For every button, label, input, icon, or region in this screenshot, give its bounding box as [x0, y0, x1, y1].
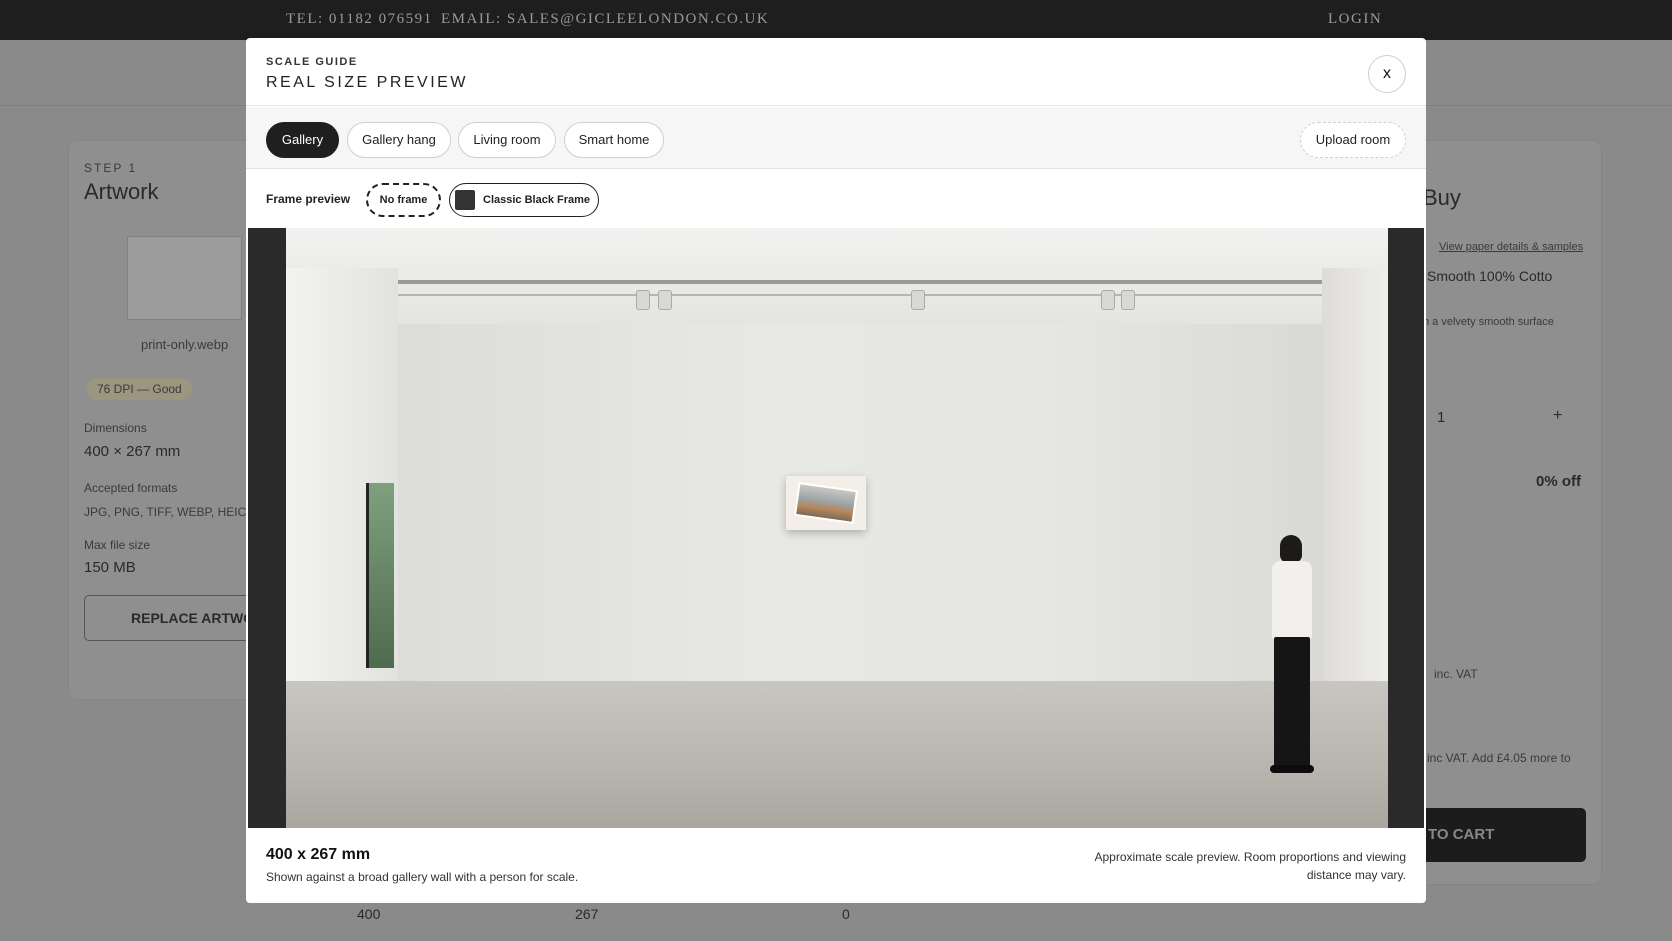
artwork-print: [793, 481, 859, 525]
modal-eyebrow: SCALE GUIDE: [266, 56, 358, 68]
spotlight: [911, 290, 925, 310]
dimensions-label: Dimensions: [84, 421, 147, 435]
upload-room-button[interactable]: Upload room: [1300, 122, 1406, 158]
frame-preview-row: Frame preview No frame Classic Black Fra…: [246, 170, 1426, 228]
paper-description: h a velvety smooth surface: [1423, 316, 1554, 328]
preview-size-label: 400 x 267 mm: [266, 846, 371, 863]
person-shirt: [1272, 561, 1312, 639]
tab-gallery[interactable]: Gallery: [266, 122, 339, 158]
formats-label: Accepted formats: [84, 481, 178, 495]
floor: [286, 681, 1388, 828]
dpi-badge: 76 DPI — Good: [87, 378, 192, 400]
file-name: print-only.webp: [141, 337, 229, 352]
room-preview-stage: [248, 228, 1424, 828]
person-shoes: [1270, 765, 1314, 773]
tab-smart-home[interactable]: Smart home: [564, 122, 664, 158]
preview-description: Shown against a broad gallery wall with …: [266, 870, 579, 884]
frame-option-none[interactable]: No frame: [366, 183, 441, 217]
login-link[interactable]: LOGIN: [1328, 11, 1382, 28]
spotlight: [636, 290, 650, 310]
scale-guide-modal: SCALE GUIDE REAL SIZE PREVIEW x Gallery …: [246, 38, 1426, 903]
close-button[interactable]: x: [1368, 55, 1406, 93]
quantity-plus-button[interactable]: +: [1553, 407, 1562, 425]
step-title: Artwork: [84, 179, 159, 204]
max-size-label: Max file size: [84, 538, 151, 552]
phone-link[interactable]: TEL: 01182 076591: [286, 11, 433, 28]
discount-value: 0% off: [1536, 473, 1581, 490]
width-input[interactable]: 400: [357, 906, 380, 922]
light-track: [286, 280, 1388, 284]
formats-value: JPG, PNG, TIFF, WEBP, HEIC, P: [84, 505, 261, 519]
quantity-value[interactable]: 1: [1437, 409, 1445, 426]
room-tabs: Gallery Gallery hang Living room Smart h…: [246, 107, 1426, 169]
spotlight: [1101, 290, 1115, 310]
person-pants: [1274, 637, 1310, 767]
frame-preview-label: Frame preview: [266, 192, 351, 206]
gallery-room-image: [286, 228, 1388, 828]
top-bar: TEL: 01182 076591 EMAIL: SALES@GICLEELON…: [0, 0, 1672, 40]
person-head: [1280, 535, 1302, 563]
tab-gallery-hang[interactable]: Gallery hang: [347, 122, 451, 158]
step-label: STEP 1: [84, 161, 138, 175]
modal-title: REAL SIZE PREVIEW: [266, 74, 468, 91]
max-size-value: 150 MB: [84, 559, 136, 576]
light-track-secondary: [286, 294, 1388, 296]
scale-person: [1264, 535, 1324, 775]
artwork-preview: [786, 476, 866, 530]
frame-option-classic-black[interactable]: Classic Black Frame: [449, 183, 599, 217]
right-wall: [1322, 268, 1388, 708]
replace-artwork-label: REPLACE ARTWO: [131, 610, 255, 626]
paper-details-link[interactable]: View paper details & samples: [1439, 241, 1583, 253]
ceiling: [286, 228, 1388, 328]
artwork-thumbnail: [127, 236, 242, 320]
spotlight: [1121, 290, 1135, 310]
paper-select[interactable]: Smooth 100% Cotto: [1427, 268, 1552, 284]
window: [366, 483, 394, 668]
shipping-text: inc VAT. Add £4.05 more to: [1427, 751, 1571, 765]
email-link[interactable]: EMAIL: SALES@GICLEELONDON.CO.UK: [441, 11, 769, 28]
dimensions-value: 400 × 267 mm: [84, 443, 181, 460]
add-to-cart-label: TO CART: [1428, 826, 1495, 843]
frame-option-classic-black-label: Classic Black Frame: [483, 194, 591, 206]
vat-text: inc. VAT: [1434, 667, 1478, 681]
spotlight: [658, 290, 672, 310]
black-frame-swatch: [455, 190, 475, 210]
height-input[interactable]: 267: [575, 906, 598, 922]
buy-title: Buy: [1423, 185, 1461, 210]
modal-header: SCALE GUIDE REAL SIZE PREVIEW x: [246, 38, 1426, 106]
preview-disclaimer: Approximate scale preview. Room proporti…: [1094, 850, 1407, 882]
offset-input[interactable]: 0: [842, 906, 850, 922]
tab-living-room[interactable]: Living room: [458, 122, 556, 158]
